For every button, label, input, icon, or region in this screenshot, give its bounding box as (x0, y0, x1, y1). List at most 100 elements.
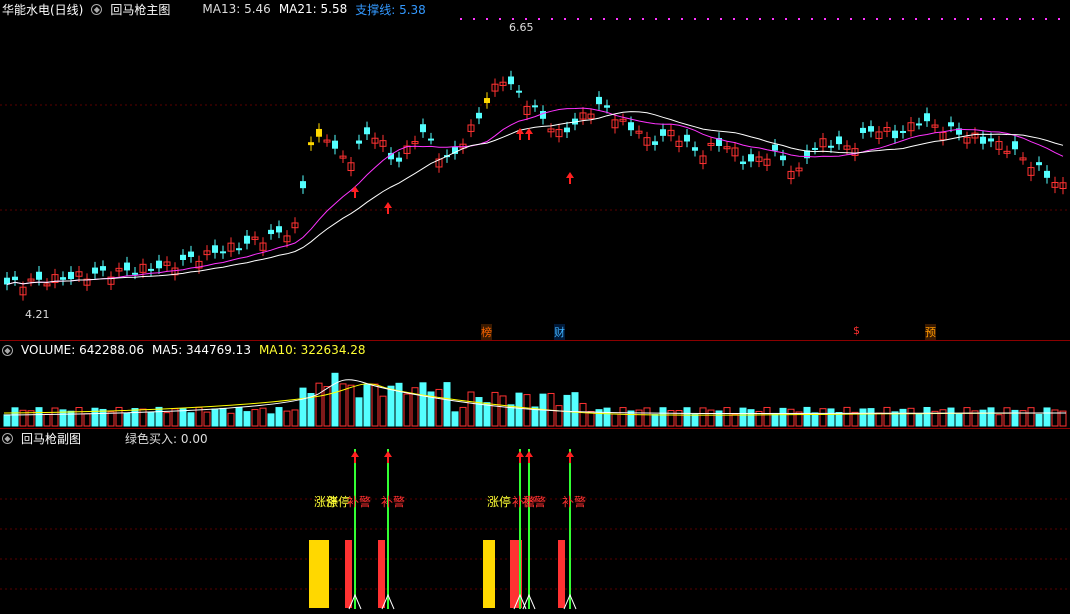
volume-bar (459, 406, 467, 427)
candle-body (180, 254, 186, 261)
volume-bar (219, 407, 227, 427)
buy-arrow-icon (351, 186, 359, 198)
candle-body (516, 90, 522, 93)
volume-bar (659, 407, 667, 427)
volume-bar (915, 413, 923, 427)
volume-bar (875, 412, 883, 427)
top-dot (577, 18, 579, 20)
top-dot (616, 18, 618, 20)
sub-indicator-panel[interactable]: ◆ 回马枪副图 绿色买入: 0.00 涨停 涨停 补警 补警 涨停 补警 补警 … (0, 429, 1070, 614)
top-dot (798, 18, 800, 20)
main-chart-panel[interactable]: 华能水电(日线) ◆ 回马枪主图 MA13: 5.46 MA21: 5.58 支… (0, 0, 1070, 340)
volume-bar (843, 406, 851, 427)
candle-body (100, 266, 106, 271)
volume-ma5: MA5: 344769.13 (152, 343, 251, 357)
candle-body (220, 251, 226, 254)
top-dot (681, 18, 683, 20)
event-marker-finance[interactable]: 财 (554, 324, 565, 340)
ma21-line (6, 111, 1064, 285)
volume-bar (179, 408, 187, 427)
volume-bar (331, 372, 339, 427)
candle-body (532, 105, 538, 108)
top-dot (655, 18, 657, 20)
volume-bar (3, 414, 11, 427)
top-dot (460, 18, 462, 20)
candle-body (652, 141, 658, 145)
candle-body (748, 154, 754, 162)
event-marker-forecast[interactable]: 预 (925, 324, 936, 340)
top-dot (694, 18, 696, 20)
top-dot (889, 18, 891, 20)
candle-body (692, 147, 698, 151)
top-dot (772, 18, 774, 20)
signal-bar (378, 540, 385, 608)
sub-collapse-icon[interactable]: ◆ (2, 432, 13, 444)
volume-value: VOLUME: 642288.06 (21, 343, 144, 357)
volume-bar (787, 408, 795, 427)
collapse-toggle-icon[interactable]: ◆ (91, 3, 103, 15)
event-marker-rank[interactable]: 榜 (481, 324, 492, 340)
top-dot (980, 18, 982, 20)
volume-collapse-icon[interactable]: ◆ (2, 344, 13, 356)
volume-bar (571, 392, 579, 427)
volume-header: ◆ VOLUME: 642288.06 MA5: 344769.13 MA10:… (0, 341, 1070, 359)
main-chart-header: 华能水电(日线) ◆ 回马枪主图 MA13: 5.46 MA21: 5.58 支… (0, 0, 1070, 18)
candle-body (604, 105, 610, 108)
volume-bar (1051, 409, 1059, 427)
candle-body (356, 140, 362, 144)
volume-bar (747, 409, 755, 427)
signal-bar (345, 540, 352, 608)
top-dot (928, 18, 930, 20)
volume-bar (123, 412, 131, 427)
candle-body (268, 229, 274, 235)
candle-body (132, 272, 138, 275)
volume-bar (99, 408, 107, 427)
volume-bar (451, 411, 459, 427)
candle-body (236, 248, 242, 251)
volume-ma5-line (3, 379, 1067, 416)
candlestick-chart[interactable] (0, 0, 1070, 340)
candle-body (828, 145, 834, 148)
volume-bar (75, 407, 83, 427)
candle-body (364, 127, 370, 135)
signal-label-alert: 补警 (347, 495, 372, 509)
top-dot (915, 18, 917, 20)
green-buy-value: 绿色买入: 0.00 (125, 431, 208, 446)
volume-bar (83, 413, 91, 427)
volume-bar (619, 407, 627, 427)
candle-body (188, 251, 194, 257)
volume-bar (643, 407, 651, 427)
sub-indicator-name[interactable]: 回马枪副图 (21, 430, 81, 447)
candle-body (332, 140, 338, 149)
top-dot (876, 18, 878, 20)
volume-bar (603, 407, 611, 427)
signal-chart[interactable] (0, 429, 1070, 614)
candle-body (92, 267, 98, 274)
candle-body (60, 277, 66, 280)
signal-bar (309, 540, 329, 608)
top-dot (551, 18, 553, 20)
event-marker-dividend[interactable]: $ (853, 324, 860, 337)
top-dot (538, 18, 540, 20)
candle-body (988, 138, 994, 142)
top-dot (473, 18, 475, 20)
volume-bar (275, 407, 283, 427)
top-dot (902, 18, 904, 20)
volume-panel[interactable]: ◆ VOLUME: 642288.06 MA5: 344769.13 MA10:… (0, 341, 1070, 428)
volume-bar (683, 407, 691, 427)
volume-bar (403, 393, 411, 427)
volume-bar (267, 413, 275, 427)
volume-bar (923, 406, 931, 427)
volume-bar (515, 392, 523, 427)
ma13-line (6, 107, 1064, 285)
volume-bar (307, 393, 315, 427)
candle-body (660, 129, 666, 136)
volume-bar (707, 409, 715, 427)
volume-bar (11, 407, 19, 427)
candle-body (900, 130, 906, 133)
candle-body (596, 96, 602, 105)
top-dot (863, 18, 865, 20)
volume-bar (227, 412, 235, 427)
indicator-name[interactable]: 回马枪主图 (110, 1, 170, 18)
volume-bar (107, 411, 115, 427)
